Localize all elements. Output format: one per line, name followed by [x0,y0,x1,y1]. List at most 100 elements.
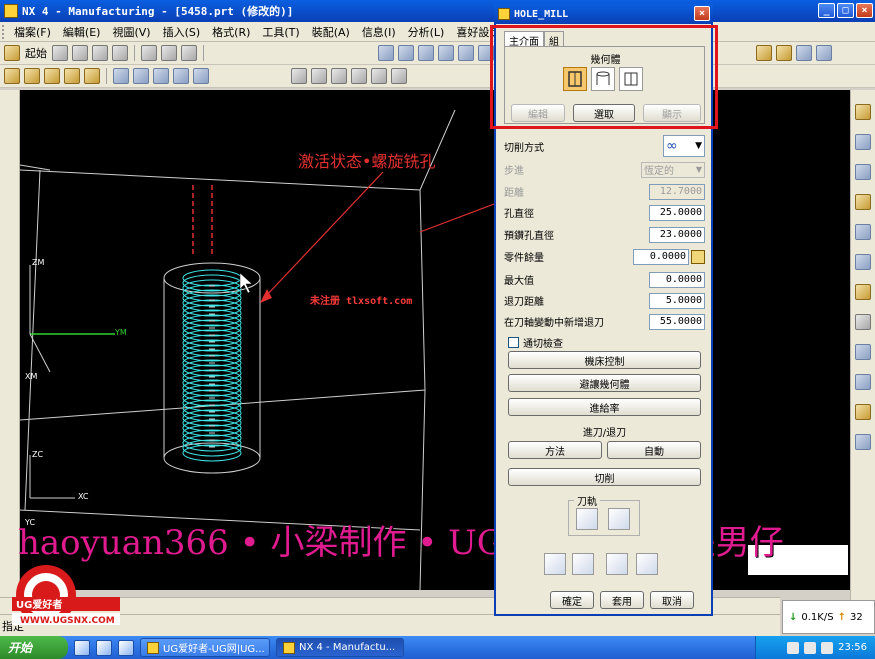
cut-button[interactable]: 切削 [508,468,701,486]
edit-object-icon[interactable] [371,68,387,84]
verify-toolpath-icon[interactable] [153,68,169,84]
display-geometry-button[interactable]: 顯示 [643,104,701,122]
new-file-icon[interactable] [52,45,68,61]
system-materials-icon[interactable] [855,374,871,390]
web-browser-icon[interactable] [855,224,871,240]
menu-edit[interactable]: 編輯(E) [57,24,107,40]
predrill-diameter-field[interactable]: 23.0000 [649,226,705,243]
minimize-button[interactable]: _ [818,3,835,18]
zoom-icon[interactable] [398,45,414,61]
order-view-icon[interactable] [291,68,307,84]
verify-icon[interactable] [606,553,628,575]
generate-icon[interactable] [544,553,566,575]
axial-retract-field[interactable]: 55.0000 [649,313,705,330]
create-method-icon[interactable] [64,68,80,84]
cut-method-dropdown[interactable]: ∞ ▼ [663,135,705,157]
delete-icon[interactable] [141,45,157,61]
navigator-icon[interactable] [855,104,871,120]
transform-icon[interactable] [391,68,407,84]
start-menu-button[interactable]: 起始 [25,45,47,61]
maximize-button[interactable]: □ [837,3,854,18]
shaded-icon[interactable] [478,45,494,61]
fit-view-icon[interactable] [378,45,394,61]
replay-toolpath-icon[interactable] [133,68,149,84]
rotate-icon[interactable] [418,45,434,61]
avoid-geometry-button[interactable]: 避讓幾何體 [508,374,701,392]
toolpath-list-icon[interactable] [608,508,630,530]
cancel-button[interactable]: 取消 [650,591,694,609]
menu-view[interactable]: 視圖(V) [106,24,156,40]
replay-icon[interactable] [572,553,594,575]
machine-control-button[interactable]: 機床控制 [508,351,701,369]
menu-information[interactable]: 信息(I) [356,24,402,40]
tray-network-icon[interactable] [787,641,800,654]
lock-icon[interactable] [691,249,705,264]
stock-field[interactable]: 0.0000 [633,248,689,265]
redo-icon[interactable] [181,45,197,61]
quicklaunch-browser-icon[interactable] [74,639,90,656]
print-icon[interactable] [112,45,128,61]
feed-rate-button[interactable]: 進給率 [508,398,701,416]
part-navigator-icon[interactable] [855,194,871,210]
distance-field[interactable]: 12.7000 [649,183,705,200]
close-button[interactable]: × [856,3,873,18]
create-program-icon[interactable] [4,68,20,84]
method-view-icon[interactable] [351,68,367,84]
pan-icon[interactable] [438,45,454,61]
toolpath-display-options-icon[interactable] [576,508,598,530]
geometry-view-icon[interactable] [331,68,347,84]
layer-icon[interactable] [756,45,772,61]
ok-button[interactable]: 確定 [550,591,594,609]
palette-icon[interactable] [855,254,871,270]
check-through-checkbox[interactable] [508,337,519,348]
select-geometry-button[interactable]: 選取 [573,104,635,122]
snap-icon[interactable] [816,45,832,61]
retract-distance-field[interactable]: 5.0000 [649,292,705,309]
postprocess-icon[interactable] [173,68,189,84]
dialog-close-button[interactable]: × [694,6,710,21]
edit-geometry-button[interactable]: 編輯 [511,104,565,122]
create-tool-icon[interactable] [24,68,40,84]
machine-view-icon[interactable] [311,68,327,84]
undo-icon[interactable] [161,45,177,61]
help-icon[interactable] [855,284,871,300]
open-file-icon[interactable] [72,45,88,61]
quicklaunch-desktop-icon[interactable] [118,639,134,656]
menu-insert[interactable]: 插入(S) [157,24,207,40]
taskbar-item-browser[interactable]: UG爱好者-UG网|UG... [140,638,270,657]
menu-analysis[interactable]: 分析(L) [402,24,451,40]
menu-file[interactable]: 檔案(F) [8,24,57,40]
method-button[interactable]: 方法 [508,441,602,459]
tray-volume-icon[interactable] [804,641,817,654]
hole-geometry-icon[interactable] [563,67,587,91]
create-geometry-icon[interactable] [44,68,60,84]
menu-tools[interactable]: 工具(T) [256,24,305,40]
part-geometry-icon[interactable] [591,67,615,91]
wcs-icon[interactable] [776,45,792,61]
quicklaunch-media-icon[interactable] [96,639,112,656]
dialog-titlebar[interactable]: HOLE_MILL × [494,4,713,24]
auto-button[interactable]: 自動 [607,441,701,459]
hole-diameter-field[interactable]: 25.0000 [649,204,705,221]
operation-navigator-icon[interactable] [855,134,871,150]
process-studio-icon[interactable] [855,434,871,450]
start-button[interactable]: 开始 [0,636,68,659]
menubar-grip[interactable] [2,24,6,39]
blank-geometry-icon[interactable] [619,67,643,91]
list-icon[interactable] [636,553,658,575]
tray-shield-icon[interactable] [821,641,834,654]
orient-view-icon[interactable] [458,45,474,61]
create-operation-icon[interactable] [84,68,100,84]
taskbar-item-nx[interactable]: NX 4 - Manufactu... [276,638,404,657]
history-icon[interactable] [855,344,871,360]
start-icon[interactable] [4,45,20,61]
apply-button[interactable]: 套用 [600,591,644,609]
save-icon[interactable] [92,45,108,61]
max-value-field[interactable]: 0.0000 [649,271,705,288]
shop-doc-icon[interactable] [193,68,209,84]
menu-assembly[interactable]: 裝配(A) [306,24,356,40]
reuse-library-icon[interactable] [855,404,871,420]
menu-format[interactable]: 格式(R) [206,24,256,40]
machine-tool-navigator-icon[interactable] [855,164,871,180]
generate-toolpath-icon[interactable] [113,68,129,84]
